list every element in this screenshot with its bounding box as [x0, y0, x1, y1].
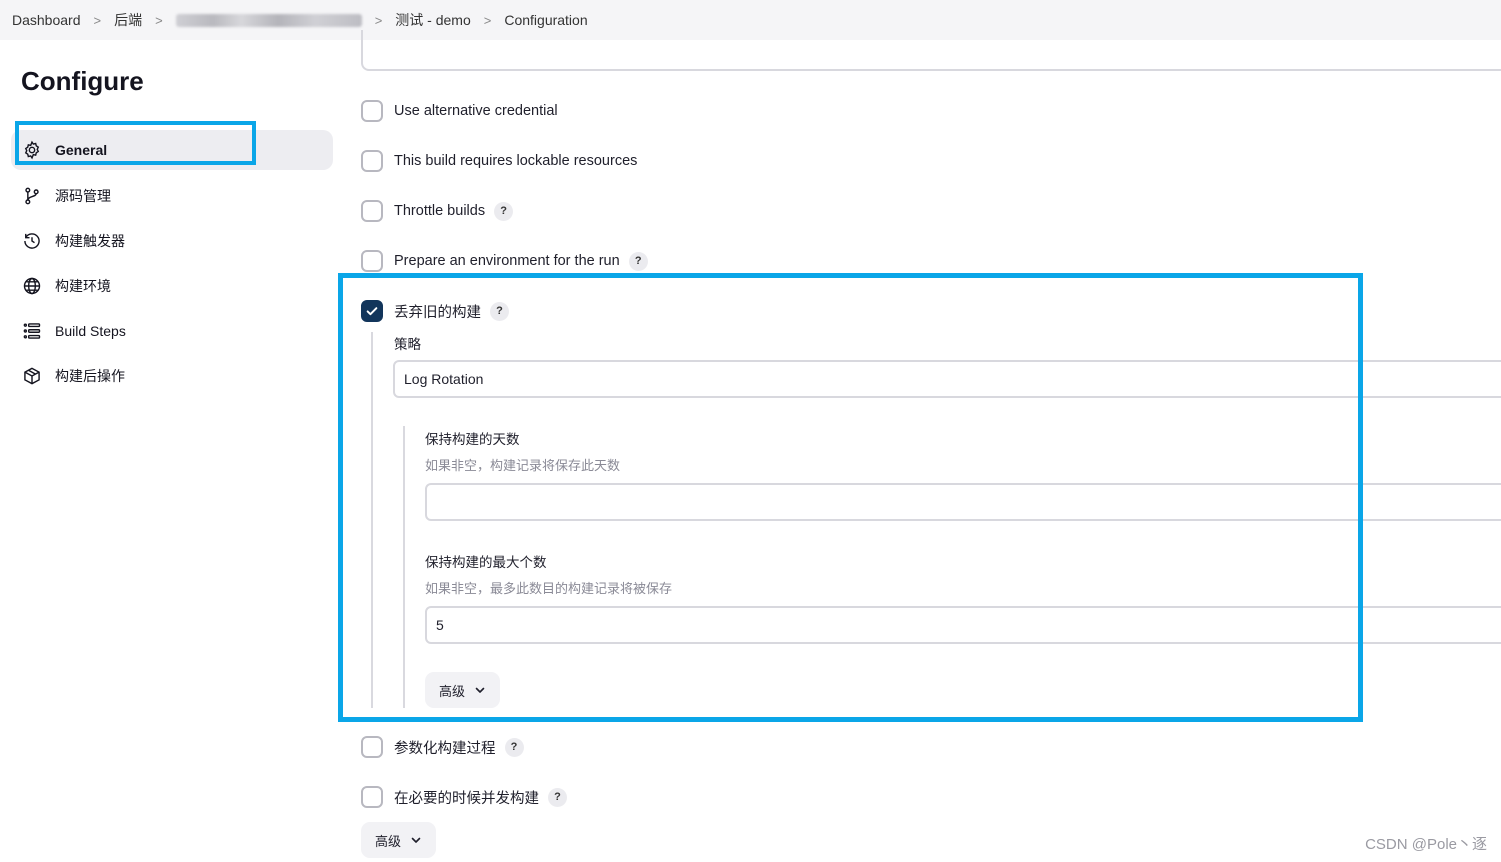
- breadcrumb-separator-icon: >: [155, 12, 163, 28]
- breadcrumb-dashboard[interactable]: Dashboard: [12, 12, 81, 28]
- breadcrumb-separator-icon: >: [483, 12, 492, 28]
- sidebar-item-general[interactable]: General: [11, 130, 333, 170]
- sidebar-item-post-build[interactable]: 构建后操作: [11, 357, 333, 395]
- option-lockable-resources: This build requires lockable resources: [361, 150, 637, 172]
- parameterized-checkbox[interactable]: [361, 736, 383, 758]
- watermark: CSDN @Pole丶逐: [1365, 836, 1487, 853]
- nesting-line: [403, 426, 405, 708]
- sidebar-item-scm[interactable]: 源码管理: [11, 177, 333, 215]
- max-builds-description: 如果非空，最多此数目的构建记录将被保存: [425, 581, 673, 596]
- sidebar-item-build-steps[interactable]: Build Steps: [11, 312, 333, 350]
- prepare-environment-checkbox[interactable]: [361, 250, 383, 272]
- sidebar-item-label: 源码管理: [55, 188, 111, 204]
- help-icon[interactable]: ?: [494, 201, 514, 221]
- option-label[interactable]: 在必要的时候并发构建: [394, 787, 539, 808]
- strategy-label: 策略: [394, 337, 421, 352]
- option-label[interactable]: Prepare an environment for the run: [394, 253, 620, 269]
- breadcrumb-separator-icon: >: [93, 12, 102, 28]
- chevron-down-icon: [474, 684, 486, 696]
- list-icon: [22, 321, 42, 341]
- clock-icon: [22, 231, 42, 251]
- advanced-label: 高级: [439, 683, 466, 699]
- discard-old-builds-checkbox[interactable]: [361, 300, 383, 322]
- option-label[interactable]: 丢弃旧的构建: [394, 301, 481, 322]
- option-parameterized: 参数化构建过程 ?: [361, 736, 524, 758]
- page-title: Configure: [21, 66, 144, 96]
- max-builds-value: 5: [436, 617, 444, 633]
- option-concurrent-builds: 在必要的时候并发构建 ?: [361, 786, 567, 808]
- breadcrumb-redacted-folder[interactable]: [175, 13, 362, 27]
- sidebar-item-label: 构建环境: [55, 278, 111, 294]
- option-label[interactable]: Throttle builds: [394, 203, 485, 219]
- max-builds-label: 保持构建的最大个数: [425, 555, 547, 570]
- option-discard-old-builds: 丢弃旧的构建 ?: [361, 300, 509, 322]
- breadcrumb-configuration[interactable]: Configuration: [504, 12, 587, 28]
- option-alt-credential: Use alternative credential: [361, 100, 558, 122]
- days-to-keep-label: 保持构建的天数: [425, 432, 520, 447]
- package-icon: [22, 366, 42, 386]
- alt-credential-checkbox[interactable]: [361, 100, 383, 122]
- max-builds-input[interactable]: 5: [425, 606, 1501, 644]
- option-label[interactable]: 参数化构建过程: [394, 737, 496, 758]
- sidebar-item-label: General: [55, 142, 108, 158]
- branch-icon: [22, 186, 42, 206]
- help-icon[interactable]: ?: [548, 787, 567, 807]
- help-icon[interactable]: ?: [490, 301, 509, 321]
- nesting-line: [371, 332, 373, 708]
- concurrent-builds-checkbox[interactable]: [361, 786, 383, 808]
- help-icon[interactable]: ?: [628, 251, 648, 271]
- sidebar-item-triggers[interactable]: 构建触发器: [11, 222, 333, 260]
- sidebar-item-label: 构建后操作: [55, 368, 125, 384]
- breadcrumb-backend[interactable]: 后端: [114, 10, 142, 30]
- previous-field-input[interactable]: [361, 30, 1501, 71]
- breadcrumb-separator-icon: >: [374, 12, 383, 28]
- throttle-builds-checkbox[interactable]: [361, 200, 383, 222]
- advanced-label: 高级: [375, 833, 402, 849]
- globe-icon: [22, 276, 42, 296]
- sidebar-item-label: 构建触发器: [55, 233, 125, 249]
- sidebar-item-label: Build Steps: [55, 323, 126, 339]
- option-prepare-environment: Prepare an environment for the run ?: [361, 250, 648, 272]
- option-label[interactable]: Use alternative credential: [394, 103, 558, 119]
- help-icon[interactable]: ?: [504, 737, 524, 757]
- days-to-keep-input[interactable]: [425, 483, 1501, 521]
- option-label[interactable]: This build requires lockable resources: [394, 153, 637, 169]
- breadcrumb-job[interactable]: 测试 - demo: [395, 10, 470, 30]
- discard-advanced-button[interactable]: 高级: [425, 672, 501, 708]
- lockable-resources-checkbox[interactable]: [361, 150, 383, 172]
- strategy-selected-value: Log Rotation: [404, 371, 484, 387]
- sidebar-item-environment[interactable]: 构建环境: [11, 267, 333, 305]
- general-advanced-button[interactable]: 高级: [361, 822, 437, 858]
- checkmark-icon: [366, 307, 378, 316]
- option-throttle-builds: Throttle builds ?: [361, 200, 514, 222]
- sidebar-nav: General 源码管理 构建触发器 构建环境 Build Steps 构建后操…: [11, 130, 333, 402]
- days-to-keep-description: 如果非空，构建记录将保存此天数: [425, 458, 621, 473]
- chevron-down-icon: [410, 834, 422, 846]
- strategy-select[interactable]: Log Rotation: [393, 360, 1501, 398]
- gear-icon: [22, 140, 42, 160]
